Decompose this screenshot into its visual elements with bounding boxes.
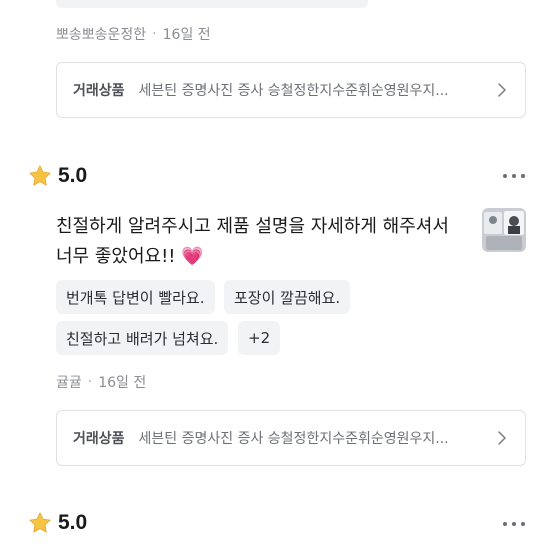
star-icon (29, 165, 51, 186)
product-card[interactable]: 거래상품 세븐틴 증명사진 증사 승철정한지수준휘순영원우지... (56, 410, 526, 466)
rating-row: 5.0 (28, 164, 87, 188)
more-dots-icon (503, 522, 507, 526)
review-photo-thumbnail[interactable] (482, 208, 526, 252)
chevron-right-icon (498, 431, 506, 445)
product-card-label: 거래상품 (73, 431, 125, 447)
star-icon (29, 512, 51, 533)
heart-emoji: 💗 (181, 246, 204, 267)
review-meta: 귤귤 · 16일 전 (56, 372, 146, 392)
tag-chip: 포장이 깔끔해요. (224, 280, 351, 314)
separator-dot: · (87, 374, 93, 390)
chevron-right-icon (498, 83, 506, 97)
more-options-button[interactable] (503, 166, 525, 186)
review-time: 16일 전 (98, 375, 147, 391)
previous-tag-chip (56, 0, 368, 8)
rating-score: 5.0 (58, 511, 88, 534)
product-card-label: 거래상품 (73, 83, 125, 99)
review-time: 16일 전 (162, 27, 211, 43)
product-card-title: 세븐틴 증명사진 증사 승철정한지수준휘순영원우지... (138, 83, 449, 99)
author-name[interactable]: 귤귤 (56, 372, 82, 392)
review-meta: 뽀송뽀송운정한 · 16일 전 (56, 24, 211, 44)
rating-score: 5.0 (58, 164, 88, 187)
author-name[interactable]: 뽀송뽀송운정한 (56, 24, 146, 44)
photo-image (482, 208, 526, 252)
more-tags-button[interactable]: +2 (238, 321, 281, 355)
product-card-title: 세븐틴 증명사진 증사 승철정한지수준휘순영원우지... (138, 431, 449, 447)
tag-chip: 번개톡 답변이 빨라요. (56, 280, 215, 314)
rating-row: 5.0 (28, 511, 87, 535)
separator-dot: · (152, 26, 157, 42)
more-dots-icon (503, 174, 507, 178)
tag-chip: 친절하고 배려가 넘쳐요. (56, 321, 229, 355)
review-body: 친절하게 알려주시고 제품 설명을 자세하게 해주셔서 너무 좋았어요!! (56, 216, 449, 267)
more-options-button[interactable] (503, 514, 525, 534)
product-card[interactable]: 거래상품 세븐틴 증명사진 증사 승철정한지수준휘순영원우지... (56, 62, 526, 118)
review-text: 친절하게 알려주시고 제품 설명을 자세하게 해주셔서 너무 좋았어요!! 💗 (56, 212, 468, 272)
